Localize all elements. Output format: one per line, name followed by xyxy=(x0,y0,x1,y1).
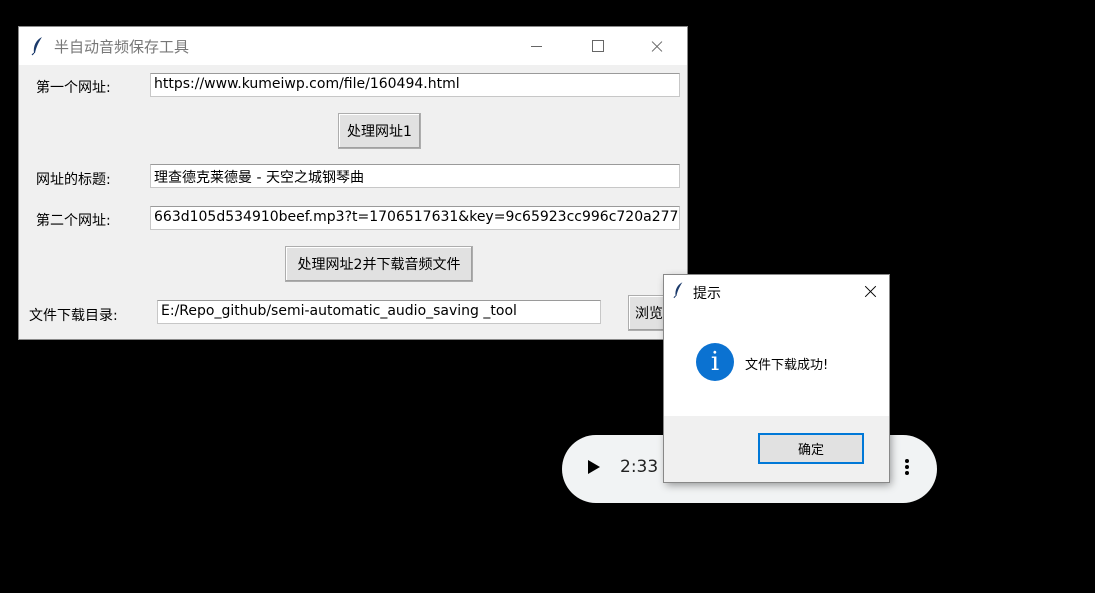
dialog-message: 文件下载成功! xyxy=(745,358,829,373)
dialog-footer: 确定 xyxy=(664,416,889,482)
url2-label: 第二个网址: xyxy=(36,213,111,229)
download-dir-label: 文件下载目录: xyxy=(29,308,118,324)
ok-button[interactable]: 确定 xyxy=(758,433,864,464)
title-label: 网址的标题: xyxy=(36,172,111,188)
info-icon: i xyxy=(696,343,734,381)
audio-current-time: 2:33 / xyxy=(620,457,670,477)
minimize-button[interactable] xyxy=(509,27,565,65)
url1-input[interactable]: https://www.kumeiwp.com/file/160494.html xyxy=(150,73,680,97)
feather-icon xyxy=(31,37,42,56)
dialog-title: 提示 xyxy=(693,286,721,302)
info-dialog: 提示 i 文件下载成功! 确定 xyxy=(664,275,889,482)
url2-input[interactable]: 663d105d534910beef.mp3?t=1706517631&key=… xyxy=(150,206,680,230)
window-title: 半自动音频保存工具 xyxy=(54,38,190,56)
close-button[interactable] xyxy=(629,27,685,65)
main-window: 半自动音频保存工具 第一个网址: https://www.kumeiwp.com… xyxy=(19,27,692,339)
download-dir-input[interactable]: E:/Repo_github/semi-automatic_audio_savi… xyxy=(157,300,601,324)
process-url1-button[interactable]: 处理网址1 xyxy=(338,113,421,149)
maximize-button[interactable] xyxy=(569,27,625,65)
more-options-icon[interactable] xyxy=(903,457,911,481)
title-bar: 半自动音频保存工具 xyxy=(19,27,687,65)
feather-icon xyxy=(673,282,683,299)
process-url2-download-button[interactable]: 处理网址2并下载音频文件 xyxy=(285,246,473,282)
dialog-close-button[interactable] xyxy=(857,280,883,302)
title-input[interactable]: 理查德克莱德曼 - 天空之城钢琴曲 xyxy=(150,164,680,188)
play-icon[interactable] xyxy=(588,460,600,474)
url1-label: 第一个网址: xyxy=(36,80,111,96)
